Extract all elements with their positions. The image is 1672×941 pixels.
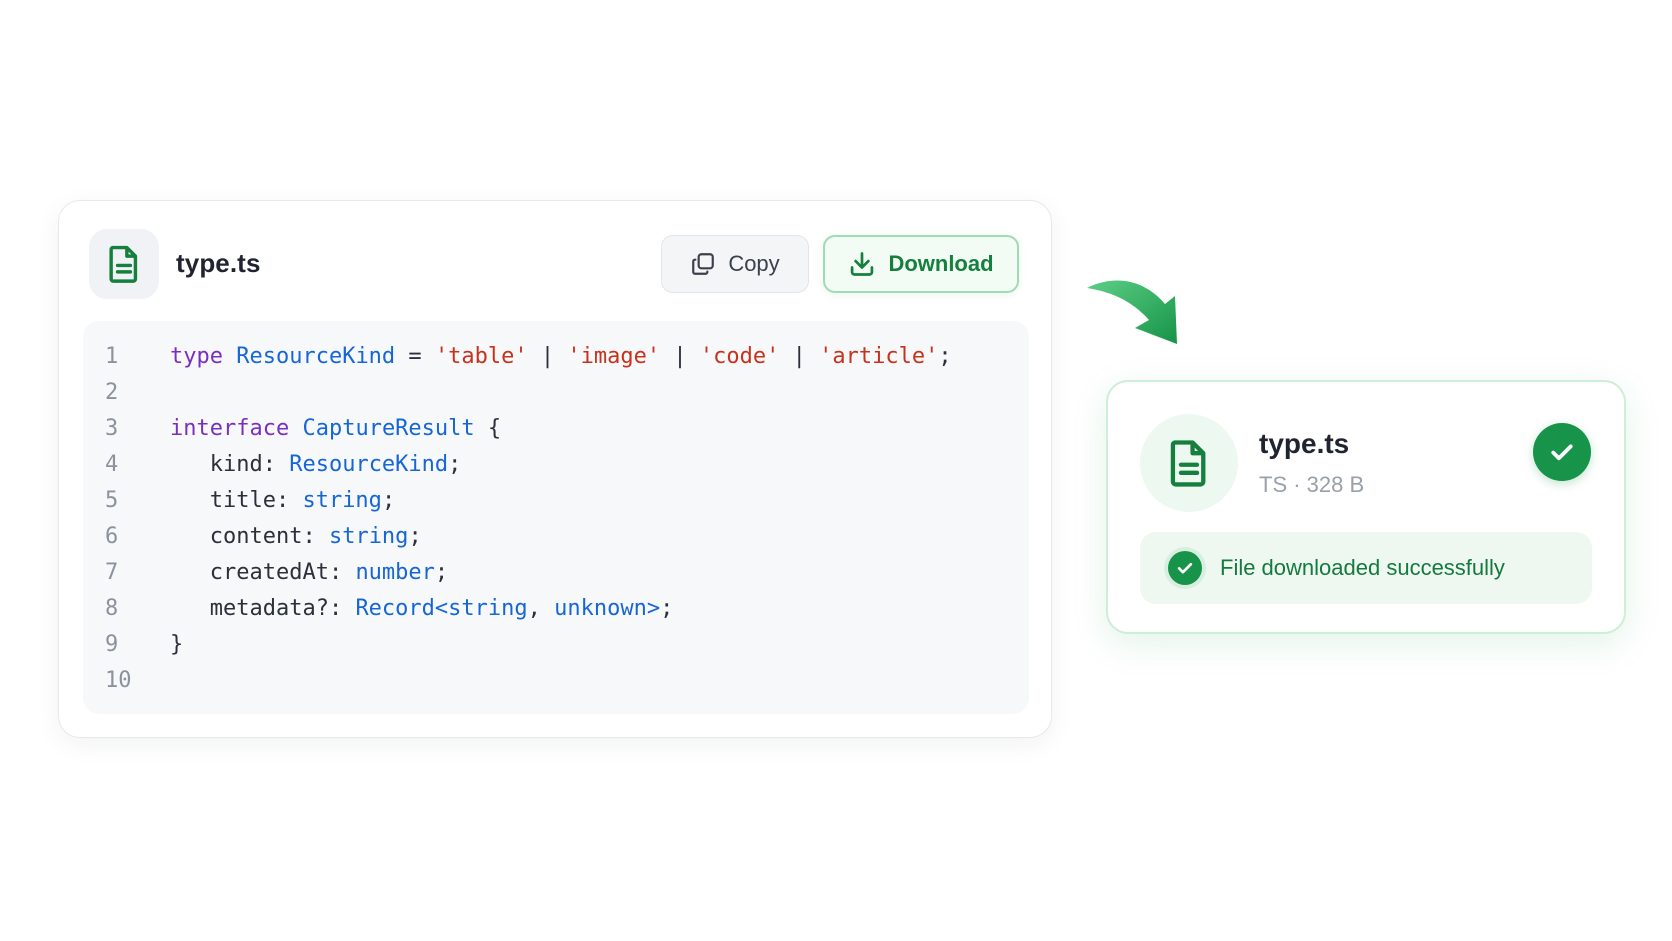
code-token: CaptureResult <box>302 416 475 441</box>
result-file-badge <box>1140 414 1238 512</box>
code-text: createdAt: number; <box>170 555 448 591</box>
code-token: ResourceKind <box>236 344 396 369</box>
line-number: 4 <box>105 452 119 477</box>
result-file-name: type.ts <box>1259 428 1350 459</box>
code-text: title: string; <box>170 483 395 519</box>
line-number: 3 <box>105 416 119 441</box>
code-token: } <box>170 632 184 657</box>
code-token: kind: <box>170 452 290 477</box>
code-token: ; <box>660 596 674 621</box>
code-token: number <box>355 560 435 585</box>
file-icon <box>1170 440 1206 487</box>
copy-button[interactable]: Copy <box>661 235 809 293</box>
code-token: content: <box>170 524 329 549</box>
code-token: = <box>395 344 435 369</box>
code-token: { <box>474 416 502 441</box>
line-number: 8 <box>105 596 119 621</box>
code-token: string <box>302 488 382 513</box>
code-token: | <box>660 344 700 369</box>
code-text: metadata?: Record<string, unknown>; <box>170 591 674 627</box>
code-token: ; <box>448 452 462 477</box>
code-token: createdAt: <box>170 560 356 585</box>
line-number: 7 <box>105 560 119 585</box>
code-text: kind: ResourceKind; <box>170 447 462 483</box>
download-icon <box>851 252 874 276</box>
code-token: Record<string <box>355 596 528 621</box>
line-number: 10 <box>105 668 132 693</box>
code-token: title: <box>170 488 303 513</box>
code-token: unknown> <box>554 596 661 621</box>
code-line: 5 title: string; <box>83 483 1029 519</box>
code-token: 'table' <box>434 344 528 369</box>
code-token: , <box>527 596 555 621</box>
code-token: | <box>779 344 820 369</box>
download-button-label: Download <box>888 251 994 276</box>
toast-message: File downloaded successfully <box>1220 555 1505 580</box>
line-number: 1 <box>105 344 119 369</box>
success-toast: File downloaded successfully <box>1140 532 1592 604</box>
copy-button-label: Copy <box>728 251 780 276</box>
code-block: 1 type ResourceKind = 'table' | 'image' |… <box>83 321 1029 714</box>
copy-icon <box>692 253 715 275</box>
check-circle-icon <box>1168 551 1202 585</box>
line-number: 9 <box>105 632 119 657</box>
code-line: 4 kind: ResourceKind; <box>83 447 1029 483</box>
code-token: type <box>170 344 223 369</box>
code-text: content: string; <box>170 519 422 555</box>
code-card: type.ts Copy Download 1 type ResourceKind… <box>58 200 1052 738</box>
code-line: 2 <box>83 375 1029 411</box>
code-line: 1 type ResourceKind = 'table' | 'image' |… <box>83 339 1029 375</box>
line-number: 5 <box>105 488 119 513</box>
code-line: 6 content: string; <box>83 519 1029 555</box>
code-token: interface <box>170 416 290 441</box>
code-token: metadata?: <box>170 596 356 621</box>
code-token: 'image' <box>567 344 661 369</box>
download-button[interactable]: Download <box>823 235 1019 293</box>
code-token: ; <box>408 524 422 549</box>
code-line: 7 createdAt: number; <box>83 555 1029 591</box>
code-line: 3 interface CaptureResult { <box>83 411 1029 447</box>
code-line: 8 metadata?: Record<string, unknown>; <box>83 591 1029 627</box>
file-icon <box>109 245 138 283</box>
arrow-icon <box>1087 280 1177 344</box>
check-circle-icon <box>1533 423 1591 481</box>
line-number: 2 <box>105 380 119 405</box>
code-text: } <box>170 627 183 663</box>
code-token: 'code' <box>699 344 780 369</box>
result-file-meta: TS · 328 B <box>1259 472 1365 497</box>
code-token: ; <box>938 344 952 369</box>
code-text: interface CaptureResult { <box>170 411 501 447</box>
code-token: ; <box>434 560 449 585</box>
code-token: ; <box>381 488 396 513</box>
file-name: type.ts <box>176 248 261 278</box>
code-token: 'article' <box>819 344 939 369</box>
download-result-card: type.ts TS · 328 B File downloaded succe… <box>1106 380 1626 634</box>
code-token: | <box>527 344 568 369</box>
code-token: ResourceKind <box>289 452 449 477</box>
code-line: 10 <box>83 663 1029 699</box>
file-badge <box>89 229 159 299</box>
line-number: 6 <box>105 524 119 549</box>
code-token: string <box>328 524 409 549</box>
code-line: 9} <box>83 627 1029 663</box>
code-text: type ResourceKind = 'table' | 'image' | … <box>170 339 952 375</box>
